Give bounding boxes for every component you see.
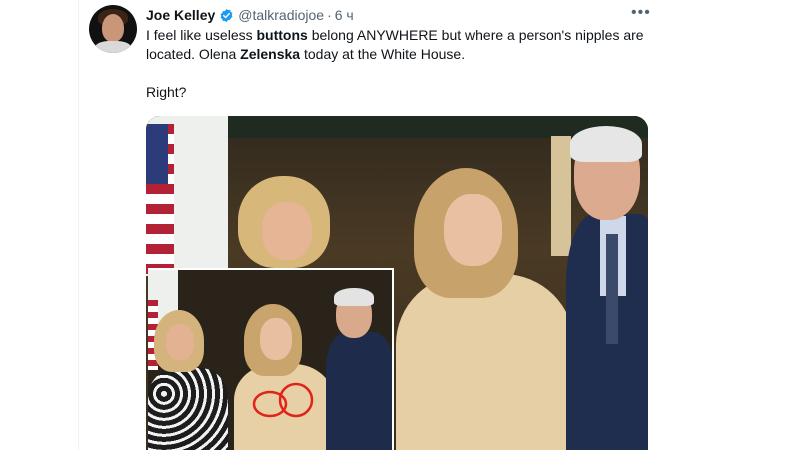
tweet-photo[interactable] [146, 116, 648, 450]
tweet-header: Joe Kelley @talkradiojoe · 6 ч [146, 6, 354, 24]
woman-center-dress [396, 274, 574, 450]
tweet-timestamp[interactable]: 6 ч [335, 7, 354, 23]
inset-man-suit [326, 332, 392, 450]
photo-column [551, 136, 571, 256]
red-circle-annotation [252, 382, 314, 418]
tweet-text-part: I feel like useless [146, 27, 257, 43]
flag-canton [146, 124, 168, 184]
author-name[interactable]: Joe Kelley [146, 7, 215, 23]
inset-woman-left-dress [148, 368, 228, 450]
more-icon[interactable]: ••• [631, 4, 651, 22]
inset-photo [148, 268, 394, 450]
author-handle[interactable]: @talkradiojoe [238, 7, 324, 23]
tweet: Joe Kelley @talkradiojoe · 6 ч ••• I fee… [78, 0, 678, 450]
tweet-text-second-paragraph: Right? [146, 84, 187, 100]
inset-woman-center-face [260, 318, 292, 360]
avatar[interactable] [89, 5, 137, 53]
man-right-hair [570, 126, 642, 162]
verified-badge-icon [219, 8, 234, 23]
avatar-shirt [95, 41, 131, 53]
woman-left-face [262, 202, 312, 260]
inset-man-hair [334, 288, 374, 306]
man-right-tie [606, 234, 618, 344]
avatar-face [102, 14, 124, 42]
separator-dot: · [327, 7, 332, 23]
inset-woman-left-face [166, 324, 194, 360]
hashtag-buttons[interactable]: buttons [257, 27, 308, 43]
tweet-text: I feel like useless buttons belong ANYWH… [146, 26, 666, 102]
hashtag-zelenska[interactable]: Zelenska [240, 46, 300, 62]
tweet-text-part: today at the White House. [300, 46, 466, 62]
woman-center-face [444, 194, 502, 266]
